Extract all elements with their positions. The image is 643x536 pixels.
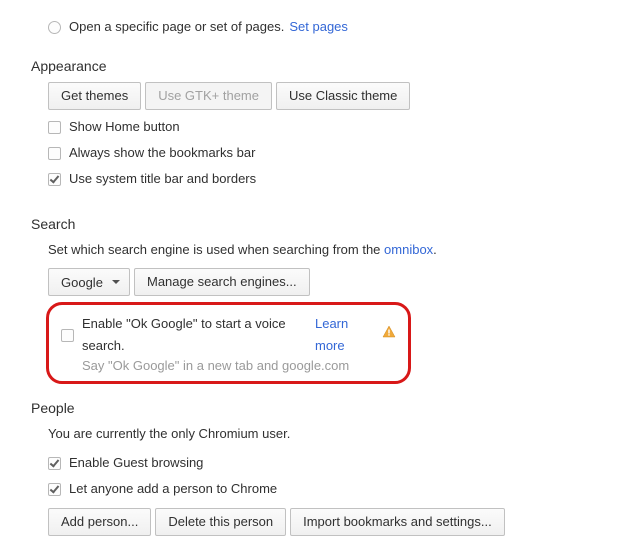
ok-google-learn-more-link[interactable]: Learn more	[315, 313, 376, 357]
get-themes-button[interactable]: Get themes	[48, 82, 141, 110]
search-section: Set which search engine is used when sea…	[48, 240, 623, 384]
show-home-row: Show Home button	[48, 116, 623, 138]
open-pages-label: Open a specific page or set of pages.	[69, 16, 284, 38]
startup-section-partial: Open a specific page or set of pages. Se…	[48, 16, 623, 38]
search-description: Set which search engine is used when sea…	[48, 240, 623, 260]
people-only-user: You are currently the only Chromium user…	[48, 424, 623, 444]
classic-theme-button[interactable]: Use Classic theme	[276, 82, 410, 110]
system-titlebar-row: Use system title bar and borders	[48, 168, 623, 190]
system-titlebar-label: Use system title bar and borders	[69, 168, 256, 190]
show-home-label: Show Home button	[69, 116, 180, 138]
ok-google-highlight: Enable "Ok Google" to start a voice sear…	[46, 302, 411, 384]
manage-search-engines-button[interactable]: Manage search engines...	[134, 268, 310, 296]
let-anyone-add-checkbox[interactable]	[48, 483, 61, 496]
open-pages-radio[interactable]	[48, 21, 61, 34]
system-titlebar-checkbox[interactable]	[48, 173, 61, 186]
show-home-checkbox[interactable]	[48, 121, 61, 134]
let-anyone-add-row: Let anyone add a person to Chrome	[48, 478, 623, 500]
ok-google-row: Enable "Ok Google" to start a voice sear…	[61, 313, 396, 357]
show-bookmarks-label: Always show the bookmarks bar	[69, 142, 255, 164]
search-engine-select[interactable]: Google	[48, 268, 130, 296]
appearance-heading: Appearance	[31, 58, 623, 74]
show-bookmarks-checkbox[interactable]	[48, 147, 61, 160]
search-desc-prefix: Set which search engine is used when sea…	[48, 242, 384, 257]
guest-browsing-checkbox[interactable]	[48, 457, 61, 470]
omnibox-link[interactable]: omnibox	[384, 242, 433, 257]
search-engine-row: Google Manage search engines...	[48, 268, 623, 296]
set-pages-link[interactable]: Set pages	[289, 16, 348, 38]
settings-page: Open a specific page or set of pages. Se…	[0, 0, 643, 536]
ok-google-label: Enable "Ok Google" to start a voice sear…	[82, 313, 311, 357]
guest-browsing-label: Enable Guest browsing	[69, 452, 203, 474]
guest-browsing-row: Enable Guest browsing	[48, 452, 623, 474]
people-heading: People	[31, 400, 623, 416]
appearance-section: Get themes Use GTK+ theme Use Classic th…	[48, 82, 623, 190]
show-bookmarks-row: Always show the bookmarks bar	[48, 142, 623, 164]
search-heading: Search	[31, 216, 623, 232]
people-button-row: Add person... Delete this person Import …	[48, 508, 623, 536]
add-person-button[interactable]: Add person...	[48, 508, 151, 536]
import-bookmarks-button[interactable]: Import bookmarks and settings...	[290, 508, 505, 536]
ok-google-hint: Say "Ok Google" in a new tab and google.…	[82, 358, 396, 373]
delete-person-button[interactable]: Delete this person	[155, 508, 286, 536]
search-engine-select-wrap: Google	[48, 268, 130, 296]
gtk-theme-button: Use GTK+ theme	[145, 82, 272, 110]
search-desc-suffix: .	[433, 242, 437, 257]
warning-icon	[382, 324, 396, 346]
ok-google-checkbox[interactable]	[61, 329, 74, 342]
themes-button-row: Get themes Use GTK+ theme Use Classic th…	[48, 82, 623, 110]
startup-open-pages-row: Open a specific page or set of pages. Se…	[48, 16, 623, 38]
people-section: You are currently the only Chromium user…	[48, 424, 623, 536]
let-anyone-add-label: Let anyone add a person to Chrome	[69, 478, 277, 500]
